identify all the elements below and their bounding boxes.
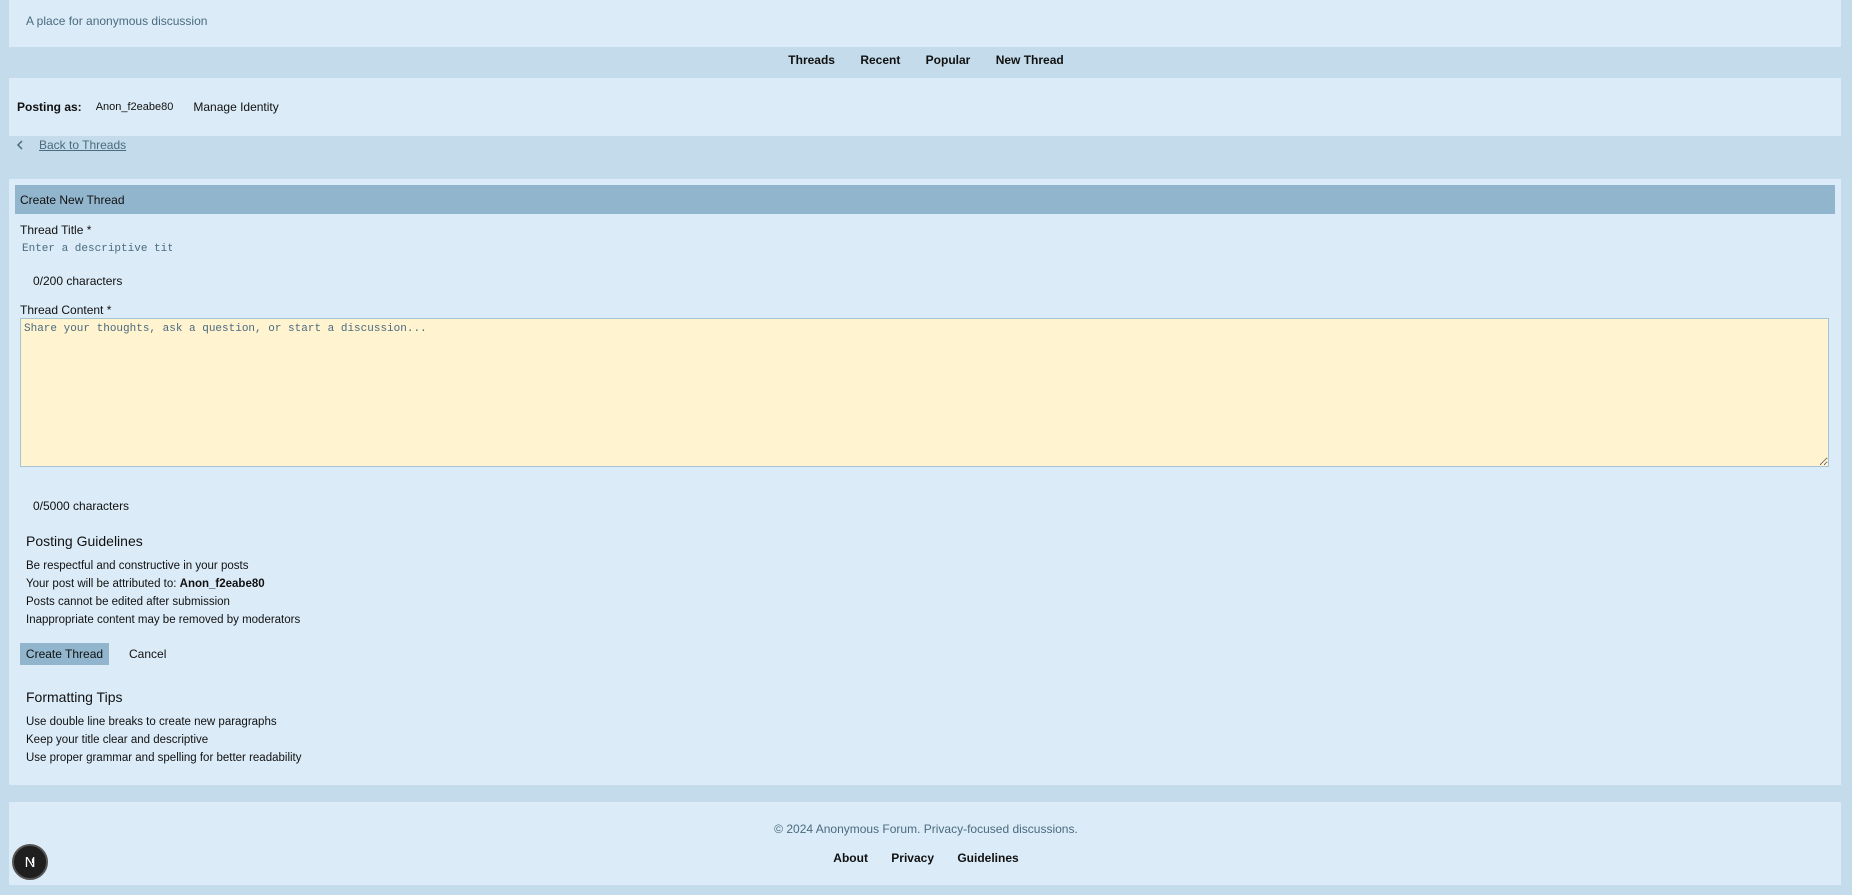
- svg-text:N: N: [25, 854, 36, 871]
- tip-item: Keep your title clear and descriptive: [26, 734, 209, 746]
- posting-as-label: Posting as:: [17, 100, 82, 114]
- back-to-threads[interactable]: Back to Threads: [13, 138, 126, 152]
- nav-threads[interactable]: Threads: [788, 53, 835, 67]
- guideline-item: Be respectful and constructive in your p…: [26, 560, 249, 572]
- tip-item: Use double line breaks to create new par…: [26, 716, 277, 728]
- thread-content-label: Thread Content *: [20, 303, 112, 317]
- guideline-item: Posts cannot be edited after submission: [26, 596, 230, 608]
- thread-title-label: Thread Title *: [20, 223, 92, 237]
- cancel-button[interactable]: Cancel: [124, 643, 171, 665]
- identity-username: Anon_f2eabe80: [95, 101, 174, 113]
- identity-bar: [9, 78, 1841, 136]
- footer-copyright: © 2024 Anonymous Forum. Privacy-focused …: [774, 822, 1078, 836]
- guidelines-heading: Posting Guidelines: [26, 533, 143, 549]
- nav-recent[interactable]: Recent: [860, 53, 900, 67]
- identity-row: Posting as: Anon_f2eabe80 Manage Identit…: [17, 100, 279, 114]
- title-char-counter: 0/200 characters: [33, 274, 123, 288]
- formatting-tips-heading: Formatting Tips: [26, 689, 123, 705]
- guideline-item: Inappropriate content may be removed by …: [26, 614, 301, 626]
- site-tagline: A place for anonymous discussion: [26, 14, 208, 28]
- manage-identity-link[interactable]: Manage Identity: [193, 100, 278, 114]
- footer-link-about[interactable]: About: [833, 851, 868, 865]
- header: A place for anonymous discussion: [9, 0, 1841, 47]
- footer-link-guidelines[interactable]: Guidelines: [957, 851, 1018, 865]
- nextjs-logo-icon: N: [25, 854, 36, 871]
- guideline-username: Anon_f2eabe80: [179, 578, 265, 590]
- guideline-attribution-text: Your post will be attributed to:: [26, 578, 180, 590]
- tip-item: Use proper grammar and spelling for bett…: [26, 752, 302, 764]
- form-title-bar: Create New Thread: [15, 185, 1835, 214]
- chevron-left-icon: [16, 140, 23, 150]
- footer: [9, 802, 1841, 885]
- nextjs-dev-tools-button[interactable]: N: [12, 844, 48, 880]
- create-thread-form: [9, 179, 1841, 785]
- back-to-threads-label[interactable]: Back to Threads: [39, 138, 126, 152]
- create-thread-button[interactable]: Create Thread: [20, 643, 109, 665]
- thread-title-input[interactable]: [20, 241, 174, 257]
- nav-popular[interactable]: Popular: [926, 53, 971, 67]
- form-heading: Create New Thread: [20, 193, 125, 207]
- thread-content-textarea[interactable]: [20, 318, 1829, 467]
- footer-links: About Privacy Guidelines: [0, 851, 1852, 865]
- guideline-item: Your post will be attributed to: Anon_f2…: [26, 578, 265, 590]
- nav-new-thread[interactable]: New Thread: [996, 53, 1064, 67]
- main-nav: Threads Recent Popular New Thread: [0, 53, 1852, 67]
- content-char-counter: 0/5000 characters: [33, 499, 130, 513]
- footer-link-privacy[interactable]: Privacy: [891, 851, 934, 865]
